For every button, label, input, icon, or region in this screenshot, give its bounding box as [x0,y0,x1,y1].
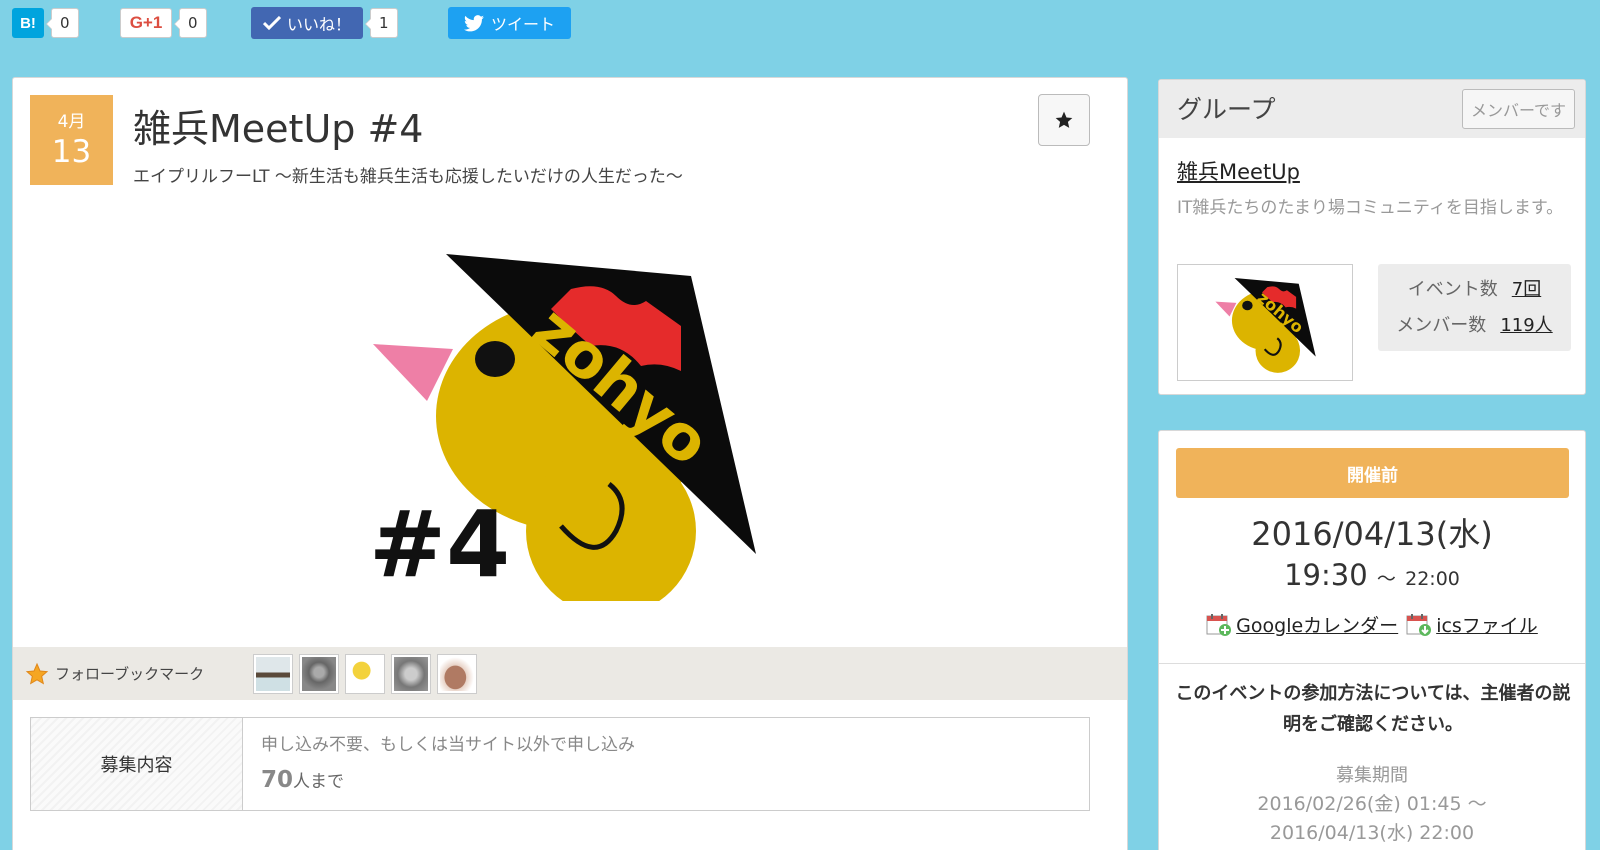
event-card: 4月 13 雑兵MeetUp #4 エイプリルフーLT 〜新生活も雑兵生活も応援… [12,77,1128,850]
group-description: IT雑兵たちのたまり場コミュニティを目指します。 [1177,198,1564,218]
facebook-like-label: いいね！ [287,15,352,34]
checkmark-icon [263,16,281,30]
group-thumbnail[interactable]: zohyo [1177,264,1353,381]
participation-note: このイベントの参加方法については、主催者の説明をご確認ください。 [1175,683,1571,735]
avatar[interactable] [299,653,339,694]
stat-members: メンバー数 119人 [1378,308,1571,344]
member-status-button[interactable]: メンバーです [1461,89,1575,129]
recruit-note: 申し込み不要、もしくは当サイト以外で申し込み [261,735,635,755]
hatena-bookmark-button[interactable]: B! [12,8,44,38]
hatena-share[interactable]: B! 0 [12,6,79,40]
group-heading: グループ [1177,95,1276,124]
avatar[interactable] [253,653,293,694]
group-header: グループ メンバーです [1159,80,1585,138]
date-badge: 4月 13 [30,95,113,185]
facebook-share[interactable]: いいね！ 1 [251,6,398,40]
avatar[interactable] [437,653,477,694]
social-share-bar: B! 0 G+1 0 いいね！ 1 ツイート [0,6,1600,40]
event-title: 雑兵MeetUp #4 [133,107,424,151]
event-number-text: #4 [369,491,510,598]
recruit-period-label: 募集期間 [1336,765,1408,786]
tweet-button[interactable]: ツイート [448,7,572,39]
star-icon [25,662,49,685]
event-info-card: 開催前 2016/04/13(水) 19:30 〜 22:00 Googleカレ… [1158,430,1586,850]
date-day: 13 [51,134,92,170]
facebook-like-button[interactable]: いいね！ [251,7,364,39]
facebook-count: 1 [365,8,398,38]
capacity-suffix: 人まで [293,772,345,792]
time-separator: 〜 [1376,568,1396,590]
group-logo-image: zohyo [1215,277,1316,373]
recruit-period-end: 2016/04/13(水) 22:00 [1269,822,1475,844]
event-subtitle: エイプリルフーLT 〜新生活も雑兵生活も応援したいだけの人生だった〜 [133,167,683,187]
stat-members-label: メンバー数 [1396,315,1487,336]
group-stats: イベント数 7回 メンバー数 119人 [1378,264,1571,351]
ics-file-link[interactable]: icsファイル [1406,611,1538,638]
tweet-label: ツイート [491,15,556,34]
group-name-link[interactable]: 雑兵MeetUp [1177,156,1300,186]
divider [1159,663,1585,664]
twitter-bird-icon [464,14,484,31]
hatena-count: 0 [46,8,79,38]
recruit-period-start: 2016/02/26(金) 01:45 〜 [1257,793,1487,815]
google-calendar-label: Googleカレンダー [1236,615,1399,637]
mascot-eye [475,341,515,377]
gplus-count: 0 [174,8,207,38]
avatar[interactable] [391,653,431,694]
time-end: 22:00 [1405,568,1460,590]
group-card: グループ メンバーです 雑兵MeetUp IT雑兵たちのたまり場コミュニティを目… [1158,79,1586,395]
follow-bookmark-label: フォローブックマーク [55,665,205,683]
bookmark-button[interactable] [1038,94,1090,146]
recruit-capacity: 70人まで [261,767,635,793]
time-start: 19:30 [1284,558,1368,592]
follow-bookmark-bar: フォローブックマーク [13,647,1127,700]
date-month: 4月 [57,112,86,132]
recruit-table: 募集内容 申し込み不要、もしくは当サイト以外で申し込み 70人まで [30,717,1090,811]
recruit-label: 募集内容 [31,718,243,810]
ics-file-label: icsファイル [1436,615,1538,637]
follow-bookmark-label-wrap: フォローブックマーク [25,662,253,686]
stat-events-label: イベント数 [1407,279,1498,300]
event-status-badge: 開催前 [1176,448,1569,498]
stat-events-value-link[interactable]: 7回 [1512,272,1541,308]
google-calendar-link[interactable]: Googleカレンダー [1206,611,1398,638]
calendar-links: Googleカレンダー icsファイル [1159,611,1585,638]
capacity-number: 70 [261,767,294,793]
stat-members-value-link[interactable]: 119人 [1500,308,1552,344]
star-icon [1055,111,1073,128]
calendar-download-icon [1406,613,1432,636]
gplus-button[interactable]: G+1 [120,8,172,38]
recruit-body: 申し込み不要、もしくは当サイト以外で申し込み 70人まで [243,718,653,810]
twitter-share[interactable]: ツイート [448,6,572,40]
calendar-add-icon [1206,613,1232,636]
stat-events: イベント数 7回 [1378,272,1571,308]
event-logo-image: zohyo #4 [369,254,756,601]
gplus-share[interactable]: G+1 0 [120,6,207,40]
event-time: 19:30 〜 22:00 [1159,558,1585,592]
follower-avatars [253,653,477,694]
avatar[interactable] [345,653,385,694]
event-date: 2016/04/13(水) [1251,515,1493,553]
